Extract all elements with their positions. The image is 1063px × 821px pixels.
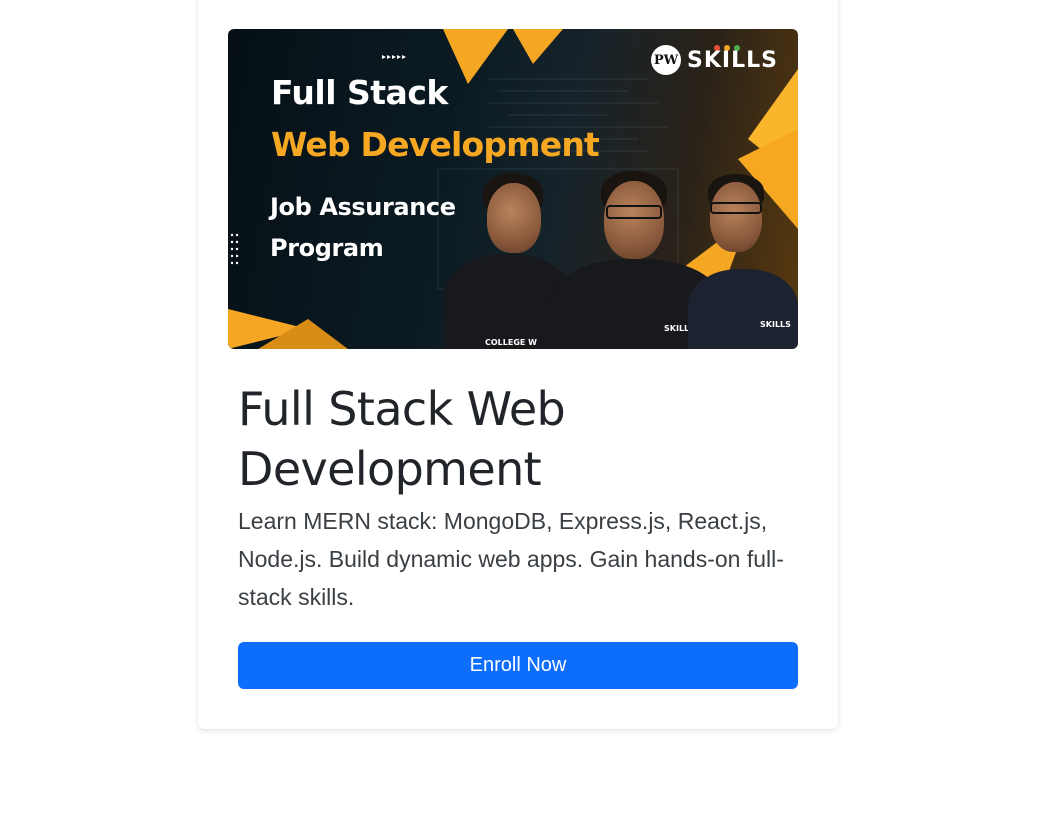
shirt-label-left: COLLEGE W <box>485 338 537 347</box>
glasses-icon <box>710 202 762 214</box>
brand-logo-mark: PW <box>651 45 682 75</box>
shirt-label-right: SKILLS <box>760 320 791 329</box>
brand-logo-text: SKILLS <box>687 47 778 73</box>
banner-heading-line2: Web Development <box>271 125 600 164</box>
course-card: Full Stack Web Development Job Assurance… <box>198 0 838 729</box>
glasses-icon <box>606 205 662 219</box>
course-banner-image: Full Stack Web Development Job Assurance… <box>228 29 798 349</box>
course-title: Full Stack Web Development <box>238 382 566 496</box>
banner-subheading-line1: Job Assurance <box>270 193 456 221</box>
enroll-now-button[interactable]: Enroll Now <box>238 642 798 689</box>
banner-subheading-line2: Program <box>270 234 384 262</box>
banner-heading-line1: Full Stack <box>271 73 448 112</box>
instructor-photo-right: SKILLS <box>688 174 798 349</box>
brand-logo: PW SKILLS <box>651 45 778 75</box>
course-description: Learn MERN stack: MongoDB, Express.js, R… <box>238 508 784 610</box>
